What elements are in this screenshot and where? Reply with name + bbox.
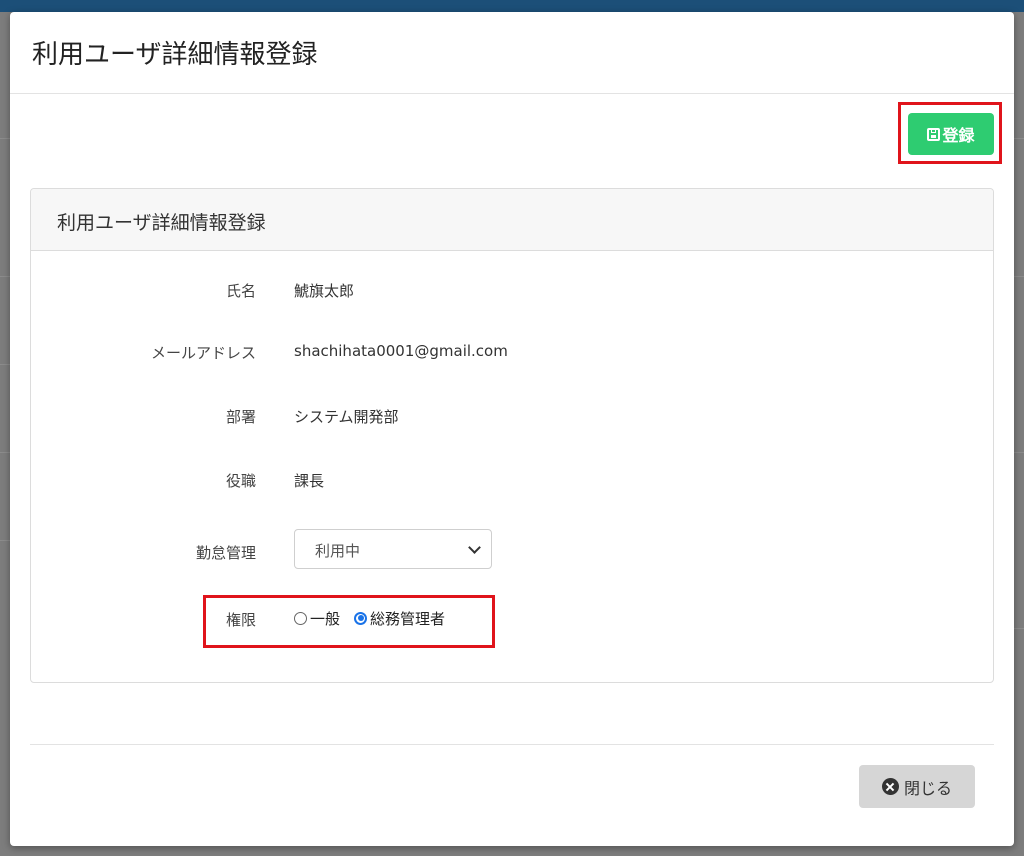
name-label: 氏名 (225, 282, 256, 300)
close-circle-icon (881, 778, 899, 795)
footer-divider (30, 744, 994, 745)
attendance-select-value: 利用中 (315, 542, 361, 560)
card-title: 利用ユーザ詳細情報登録 (57, 212, 266, 234)
background-divider (0, 452, 10, 453)
user-detail-modal: 利用ユーザ詳細情報登録 登録 利用ユーザ詳細情報登録 氏名 鯱旗太郎 メールアド… (10, 12, 1014, 846)
radio-button-general[interactable] (294, 611, 307, 625)
background-divider (0, 276, 10, 277)
register-button[interactable]: 登録 (908, 113, 994, 155)
radio-button-admin[interactable] (354, 611, 368, 625)
name-value: 鯱旗太郎 (294, 282, 355, 300)
background-divider (1014, 452, 1024, 453)
modal-title: 利用ユーザ詳細情報登録 (32, 40, 318, 70)
department-value: システム開発部 (294, 408, 399, 426)
background-divider (0, 138, 10, 139)
position-value: 課長 (294, 472, 325, 490)
permission-label: 権限 (225, 611, 256, 629)
permission-option-admin[interactable]: 総務管理者 (354, 608, 445, 629)
background-divider (0, 364, 10, 365)
email-value: shachihata0001@gmail.com (294, 342, 508, 360)
department-label: 部署 (225, 408, 256, 426)
close-button[interactable]: 閉じる (859, 765, 975, 808)
position-label: 役職 (225, 472, 256, 490)
chevron-down-icon (468, 541, 481, 554)
save-icon (927, 127, 941, 141)
background-divider (1014, 628, 1024, 629)
background-divider (1014, 276, 1024, 277)
background-topbar (0, 0, 1024, 12)
register-button-label: 登録 (942, 126, 975, 145)
background-divider (0, 540, 10, 541)
modal-header: 利用ユーザ詳細情報登録 (10, 12, 1014, 94)
permission-option-general[interactable]: 一般 (294, 608, 340, 629)
card-header: 利用ユーザ詳細情報登録 (31, 189, 993, 251)
background-divider (1014, 138, 1024, 139)
email-label: メールアドレス (150, 344, 256, 362)
radio-label-admin: 総務管理者 (370, 609, 446, 628)
permission-radio-group: 一般 総務管理者 (294, 606, 459, 630)
radio-label-general: 一般 (310, 609, 341, 628)
attendance-select[interactable]: 利用中 (294, 529, 492, 569)
attendance-label: 勤怠管理 (195, 544, 256, 562)
close-button-label: 閉じる (903, 778, 952, 798)
